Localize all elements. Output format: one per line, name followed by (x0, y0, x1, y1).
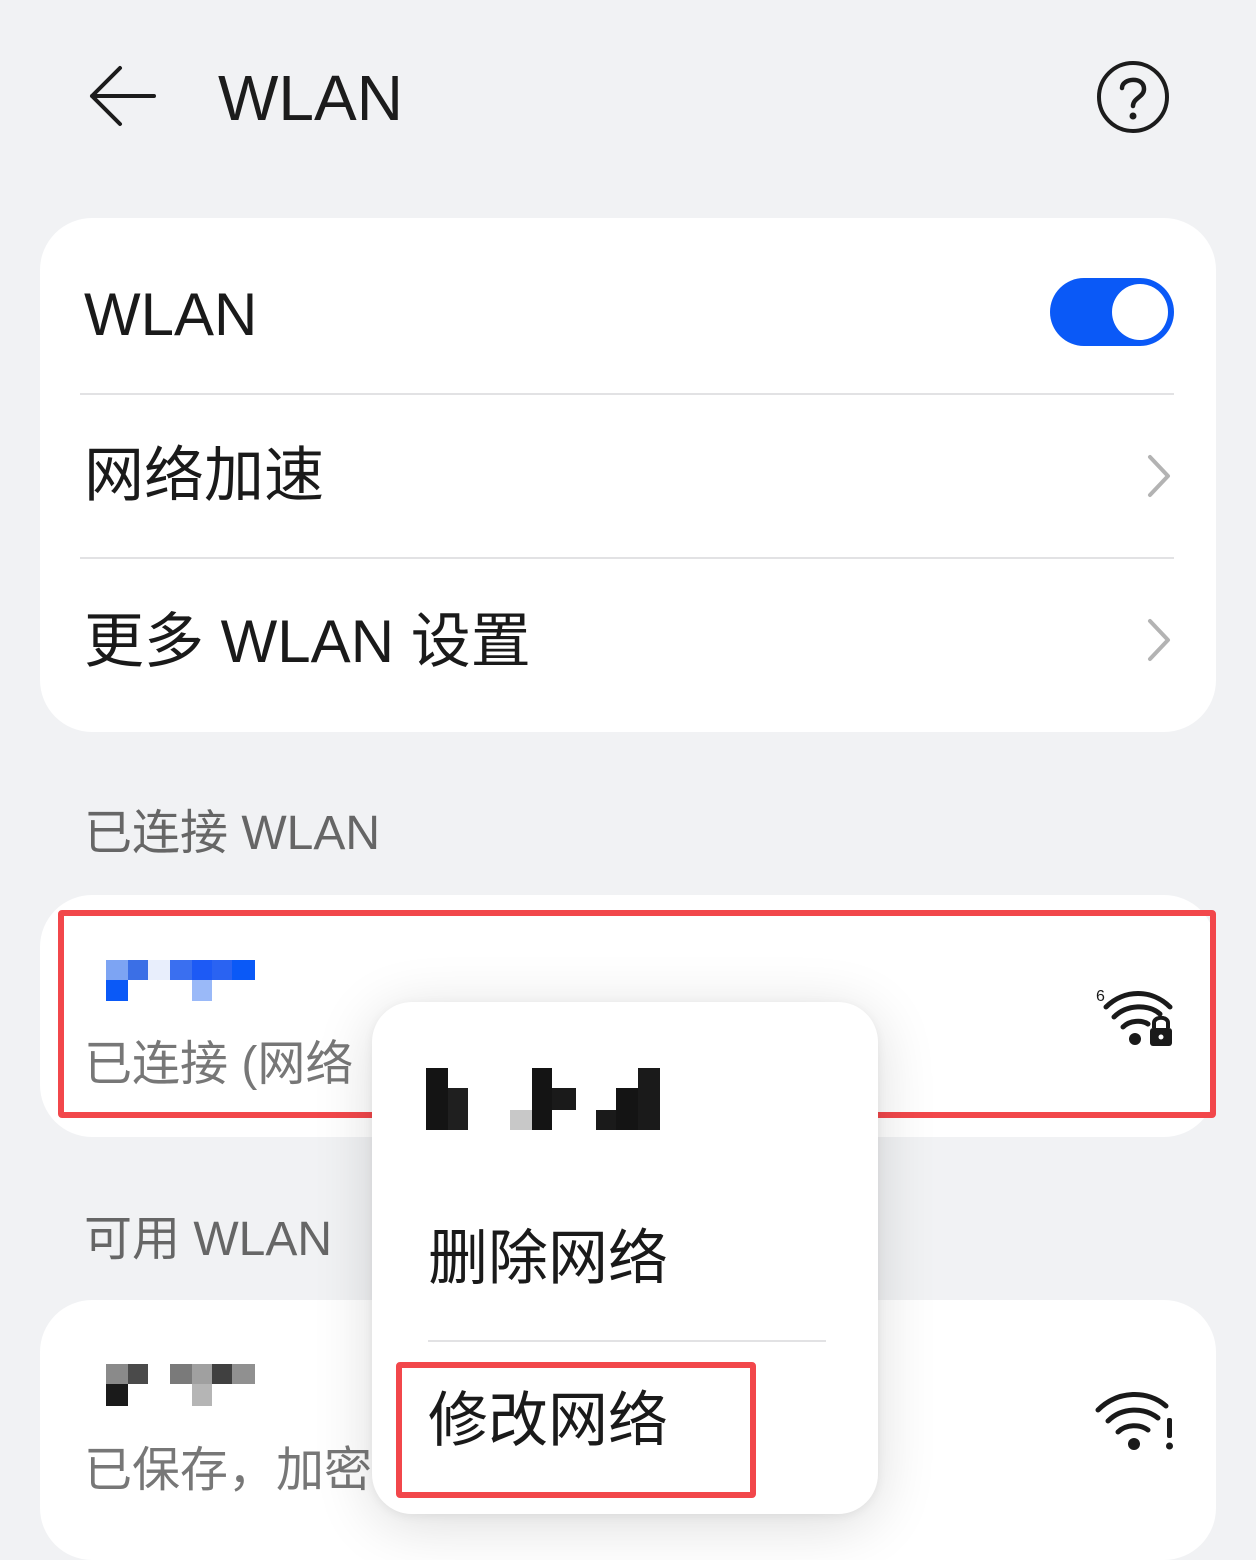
modify-network-item[interactable]: 修改网络 (428, 1386, 668, 1456)
arrow-left-icon (90, 66, 156, 126)
chevron-right-icon (1148, 455, 1170, 497)
network-context-menu: 删除网络 修改网络 (372, 1002, 878, 1514)
wifi6-locked-icon: 6 (1096, 988, 1173, 1046)
wlan-toggle[interactable] (1050, 278, 1174, 346)
wifi-warning-icon (1095, 1392, 1173, 1450)
help-button[interactable] (1094, 58, 1172, 136)
connected-section-title: 已连接 WLAN (84, 807, 381, 860)
network-status: 已保存，加密 (84, 1444, 373, 1497)
wlan-label: WLAN (84, 281, 258, 348)
chevron-right-icon (1148, 619, 1170, 661)
svg-text:6: 6 (1096, 988, 1105, 1005)
network-accel-row[interactable]: 网络加速 (40, 395, 1216, 557)
divider (428, 1340, 826, 1342)
toggle-knob (1112, 284, 1168, 340)
question-circle-icon (1097, 61, 1169, 133)
more-wlan-settings-label: 更多 WLAN 设置 (84, 608, 531, 675)
wlan-settings-card: WLAN 网络加速 更多 WLAN 设置 (40, 218, 1216, 732)
network-accel-label: 网络加速 (84, 442, 324, 509)
more-wlan-settings-row[interactable]: 更多 WLAN 设置 (40, 559, 1216, 719)
page-title: WLAN (218, 62, 403, 134)
network-status: 已连接 (网络 (84, 1038, 354, 1091)
delete-network-item[interactable]: 删除网络 (428, 1224, 668, 1294)
available-section-title: 可用 WLAN (84, 1213, 333, 1266)
back-button[interactable] (82, 60, 162, 132)
